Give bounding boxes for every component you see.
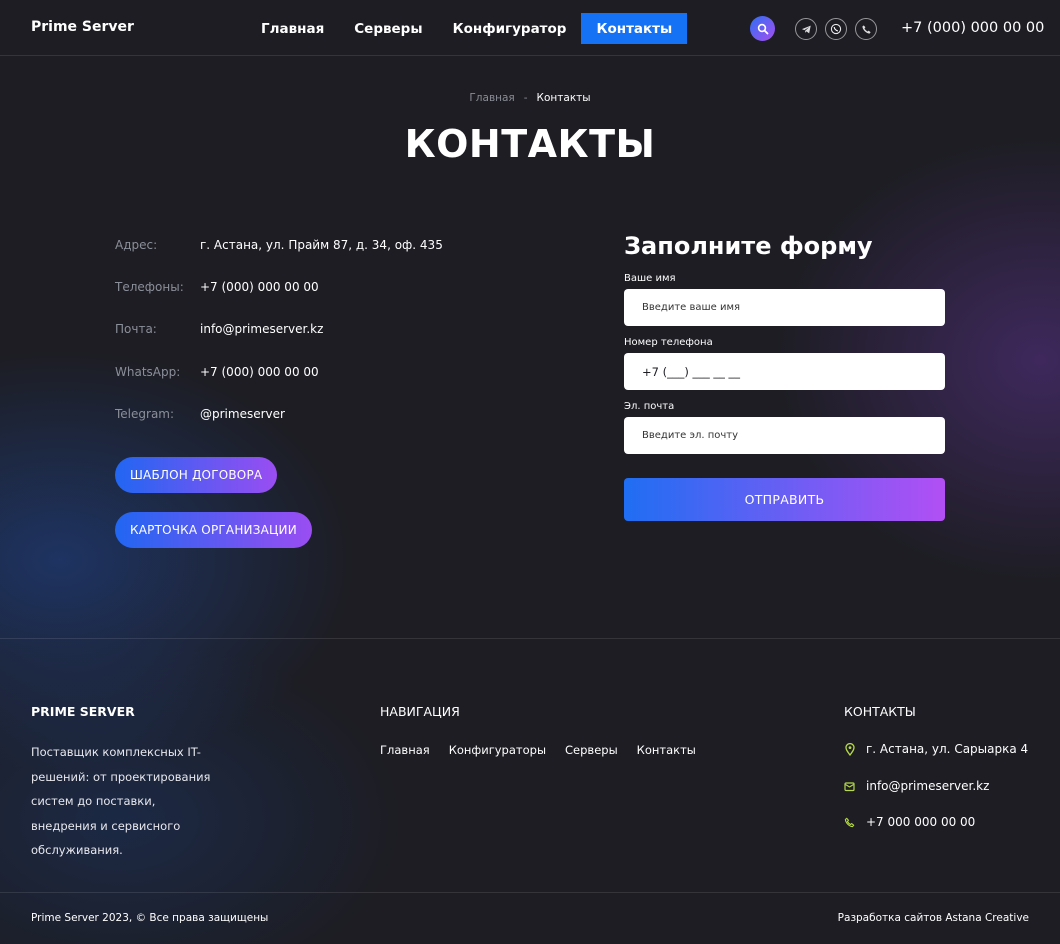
search-icon — [757, 23, 768, 34]
developer-credit-link[interactable]: Разработка сайтов Astana Creative — [838, 912, 1029, 924]
contract-template-button[interactable]: ШАБЛОН ДОГОВОРА — [115, 457, 278, 493]
contact-row-address: Адрес: г. Астана, ул. Прайм 87, д. 34, о… — [115, 238, 443, 252]
footer-phone: +7 000 000 00 00 — [844, 815, 975, 829]
footer-address-text: г. Астана, ул. Сарыарка 4 — [866, 742, 1029, 756]
breadcrumb-home[interactable]: Главная — [469, 92, 514, 104]
footer-contacts-title: КОНТАКТЫ — [844, 704, 916, 719]
footer-nav-home[interactable]: Главная — [380, 743, 430, 757]
contact-label: Telegram: — [115, 407, 175, 421]
contact-value[interactable]: info@primeserver.kz — [200, 322, 323, 336]
email-field[interactable] — [624, 417, 945, 454]
contact-label: Почта: — [115, 322, 157, 336]
phone-field[interactable] — [624, 353, 945, 390]
location-pin-icon — [844, 742, 855, 756]
footer-bottom-divider — [0, 892, 1060, 893]
footer-nav-title: НАВИГАЦИЯ — [380, 704, 460, 719]
phone-button[interactable] — [855, 18, 877, 40]
whatsapp-icon — [830, 23, 842, 35]
contact-value[interactable]: +7 (000) 000 00 00 — [200, 280, 319, 294]
search-button[interactable] — [750, 16, 775, 41]
nav-item-home[interactable]: Главная — [246, 13, 339, 44]
contact-label: Адрес: — [115, 238, 158, 252]
breadcrumb-separator: - — [523, 92, 528, 104]
contact-row-telegram: Telegram: @primeserver — [115, 407, 285, 421]
name-field[interactable] — [624, 289, 945, 326]
footer-nav-configurators[interactable]: Конфигураторы — [449, 743, 546, 757]
footer-divider — [0, 638, 1060, 639]
page-title: КОНТАКТЫ — [404, 122, 656, 166]
brand-logo[interactable]: Prime Server — [31, 19, 134, 35]
breadcrumb-current: Контакты — [536, 92, 591, 104]
nav-item-servers[interactable]: Серверы — [339, 13, 437, 44]
footer-email-link[interactable]: info@primeserver.kz — [866, 779, 989, 793]
contact-value[interactable]: +7 (000) 000 00 00 — [200, 365, 319, 379]
main-nav: Главная Серверы Конфигуратор Контакты — [246, 13, 688, 44]
phone-field-label: Номер телефона — [624, 337, 713, 348]
contact-row-email: Почта: info@primeserver.kz — [115, 322, 323, 336]
organization-card-button[interactable]: КАРТОЧКА ОРГАНИЗАЦИИ — [115, 512, 312, 548]
copyright-text: Prime Server 2023, © Все права защищены — [31, 912, 269, 924]
name-field-label: Ваше имя — [624, 273, 676, 284]
breadcrumb: Главная - Контакты — [0, 92, 1060, 104]
footer-about-text: Поставщик комплексных IT-решений: от про… — [31, 745, 211, 857]
telegram-icon — [801, 25, 811, 33]
footer-email: info@primeserver.kz — [844, 779, 989, 793]
form-title: Заполните форму — [624, 232, 873, 260]
whatsapp-button[interactable] — [825, 18, 847, 40]
nav-item-configurator[interactable]: Конфигуратор — [438, 13, 582, 44]
email-field-label: Эл. почта — [624, 401, 675, 412]
mail-icon — [844, 780, 855, 793]
footer-brand: PRIME SERVER — [31, 704, 135, 719]
footer-phone-link[interactable]: +7 000 000 00 00 — [866, 815, 975, 829]
contact-label: Телефоны: — [115, 280, 184, 294]
footer-address: г. Астана, ул. Сарыарка 4 — [844, 742, 1028, 756]
contact-row-phones: Телефоны: +7 (000) 000 00 00 — [115, 280, 319, 294]
site-header: Prime Server Главная Серверы Конфигурато… — [0, 0, 1060, 56]
nav-item-contacts[interactable]: Контакты — [581, 13, 688, 44]
footer-nav-contacts[interactable]: Контакты — [637, 743, 696, 757]
footer-nav: Главная Конфигураторы Серверы Контакты — [380, 743, 715, 757]
submit-button[interactable]: ОТПРАВИТЬ — [624, 478, 945, 521]
telegram-button[interactable] — [795, 18, 817, 40]
contact-label: WhatsApp: — [115, 365, 181, 379]
contact-value: г. Астана, ул. Прайм 87, д. 34, оф. 435 — [200, 238, 443, 252]
contact-row-whatsapp: WhatsApp: +7 (000) 000 00 00 — [115, 365, 319, 379]
phone-icon — [861, 24, 871, 34]
footer-nav-servers[interactable]: Серверы — [565, 743, 618, 757]
phone-icon — [844, 816, 855, 829]
contact-value[interactable]: @primeserver — [200, 407, 285, 421]
header-phone-link[interactable]: +7 (000) 000 00 00 — [901, 20, 1044, 36]
